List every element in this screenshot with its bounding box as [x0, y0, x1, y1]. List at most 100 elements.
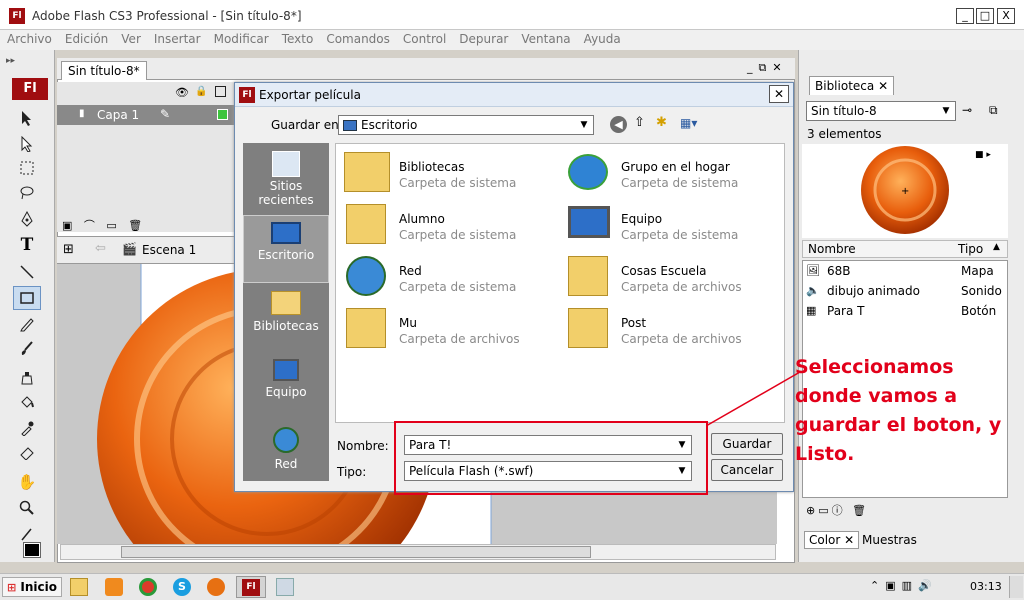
flash-taskbar-button[interactable]: Fl: [236, 576, 266, 598]
maximize-button[interactable]: □: [976, 8, 994, 24]
save-button[interactable]: Guardar: [711, 433, 783, 455]
show-desktop-button[interactable]: [1009, 576, 1023, 598]
back-icon[interactable]: ◀: [610, 116, 627, 133]
close-button[interactable]: X: [997, 8, 1015, 24]
program-icon[interactable]: [276, 578, 294, 596]
subselection-tool-icon[interactable]: [13, 132, 41, 156]
file-item[interactable]: Post Carpeta de archivos: [564, 302, 774, 352]
save-in-select[interactable]: Escritorio ▼: [338, 115, 594, 135]
zoom-tool-icon[interactable]: [13, 496, 41, 520]
new-library-icon[interactable]: ⧉: [989, 103, 998, 118]
file-item[interactable]: Red Carpeta de sistema: [342, 250, 552, 300]
timeline-toggle-icon[interactable]: ⊞: [63, 242, 74, 257]
column-name-header[interactable]: Nombre: [808, 242, 856, 256]
rectangle-tool-icon[interactable]: [13, 286, 41, 310]
menu-texto[interactable]: Texto: [275, 30, 320, 46]
cancel-button[interactable]: Cancelar: [711, 459, 783, 481]
library-item-name: dibujo animado: [827, 284, 920, 298]
free-transform-tool-icon[interactable]: [13, 156, 41, 180]
system-tray-icons[interactable]: ⌃▣▥🔊: [870, 579, 938, 592]
view-menu-icon[interactable]: ▦▾: [680, 116, 697, 130]
menu-ventana[interactable]: Ventana: [514, 30, 576, 46]
eye-icon[interactable]: 👁: [175, 86, 189, 99]
document-window-controls-icon[interactable]: _⧉✕: [747, 61, 788, 75]
horizontal-scrollbar[interactable]: [60, 544, 776, 560]
scrollbar-thumb[interactable]: [121, 546, 591, 558]
eyedropper-tool-icon[interactable]: [13, 416, 41, 440]
text-tool-icon[interactable]: T: [13, 233, 41, 257]
line-tool-icon[interactable]: [13, 260, 41, 284]
chrome-icon[interactable]: [139, 578, 157, 596]
paint-bucket-tool-icon[interactable]: [13, 390, 41, 414]
pin-icon[interactable]: ⊸: [962, 103, 972, 117]
menu-comandos[interactable]: Comandos: [319, 30, 396, 46]
menu-ayuda[interactable]: Ayuda: [577, 30, 627, 46]
explorer-icon[interactable]: [70, 578, 88, 596]
fill-color-swatch[interactable]: [23, 542, 41, 558]
place-network[interactable]: Red: [243, 421, 329, 489]
back-arrow-icon[interactable]: ⇦: [95, 241, 106, 256]
flash-logo: Fl: [12, 78, 48, 100]
close-icon[interactable]: ✕: [844, 533, 854, 547]
menu-bar: Archivo Edición Ver Insertar Modificar Texto C…: [0, 30, 1024, 50]
place-computer[interactable]: Equipo: [243, 353, 329, 421]
menu-edicion[interactable]: Edición: [58, 30, 114, 46]
library-item-type: Botón: [961, 304, 997, 318]
menu-archivo[interactable]: Archivo: [0, 30, 58, 46]
file-item[interactable]: Mu Carpeta de archivos: [342, 302, 552, 352]
new-folder-icon[interactable]: ✱: [656, 115, 667, 130]
scene-name[interactable]: Escena 1: [142, 243, 196, 257]
hand-tool-icon[interactable]: ✋: [13, 470, 41, 494]
lasso-tool-icon[interactable]: [13, 180, 41, 204]
outline-icon[interactable]: [215, 86, 226, 97]
library-document-select[interactable]: Sin título-8 ▼: [806, 101, 956, 121]
lock-icon[interactable]: 🔒: [195, 86, 207, 97]
list-item[interactable]: 🔈 dibujo animado Sonido: [803, 281, 1009, 301]
file-type: Carpeta de sistema: [399, 176, 517, 190]
dialog-close-icon[interactable]: ✕: [769, 85, 789, 103]
column-type-header[interactable]: Tipo: [958, 242, 983, 256]
file-item[interactable]: Equipo Carpeta de sistema: [564, 198, 774, 248]
button-symbol-icon: ▦: [806, 304, 817, 317]
menu-ver[interactable]: Ver: [114, 30, 147, 46]
close-icon[interactable]: ✕: [878, 79, 888, 93]
selection-tool-icon[interactable]: [13, 106, 41, 130]
color-tab[interactable]: Color ✕: [804, 531, 860, 549]
save-in-label: Guardar en:: [271, 118, 343, 132]
pen-tool-icon[interactable]: [13, 208, 41, 232]
layer-controls-icon[interactable]: ▣ ⌒ ▭ 🗑: [62, 217, 146, 233]
place-desktop[interactable]: Escritorio: [243, 215, 329, 283]
place-libraries[interactable]: Bibliotecas: [243, 285, 329, 353]
ink-bottle-tool-icon[interactable]: [13, 366, 41, 390]
menu-insertar[interactable]: Insertar: [147, 30, 207, 46]
preview-play-controls-icon[interactable]: ■ ▸: [975, 150, 991, 160]
menu-depurar[interactable]: Depurar: [452, 30, 514, 46]
library-tab[interactable]: Biblioteca ✕: [809, 76, 895, 95]
file-item[interactable]: Bibliotecas Carpeta de sistema: [342, 146, 552, 196]
library-tab-label: Biblioteca: [815, 79, 875, 93]
chevron-down-icon: ▼: [580, 120, 588, 130]
place-recent[interactable]: Sitios recientes: [243, 147, 329, 215]
media-player-icon[interactable]: [105, 578, 123, 596]
list-item[interactable]: ▦ Para T Botón: [803, 301, 1009, 321]
pencil-tool-icon[interactable]: [13, 312, 41, 336]
skype-icon[interactable]: S: [173, 578, 191, 596]
start-button[interactable]: ⊞ Inicio: [2, 577, 62, 597]
brush-tool-icon[interactable]: [13, 336, 41, 360]
list-item[interactable]: 🖼 68B Mapa: [803, 261, 1009, 281]
document-tab[interactable]: Sin título-8*: [61, 61, 147, 80]
sort-arrow-icon[interactable]: ▲: [993, 242, 1000, 252]
menu-control[interactable]: Control: [396, 30, 452, 46]
up-folder-icon[interactable]: ⇧: [634, 115, 645, 130]
file-item[interactable]: Cosas Escuela Carpeta de archivos: [564, 250, 774, 300]
firefox-icon[interactable]: [207, 578, 225, 596]
layer-color-icon[interactable]: [217, 109, 228, 120]
layer-row[interactable]: ▮ Capa 1 ✎: [57, 105, 235, 125]
swatches-tab[interactable]: Muestras: [858, 532, 921, 548]
minimize-button[interactable]: _: [956, 8, 974, 24]
file-item[interactable]: Alumno Carpeta de sistema: [342, 198, 552, 248]
eraser-tool-icon[interactable]: [13, 440, 41, 464]
library-footer-icons[interactable]: ⊕▭ⓘ 🗑: [806, 502, 869, 518]
menu-modificar[interactable]: Modificar: [207, 30, 275, 46]
file-item[interactable]: Grupo en el hogar Carpeta de sistema: [564, 146, 774, 196]
